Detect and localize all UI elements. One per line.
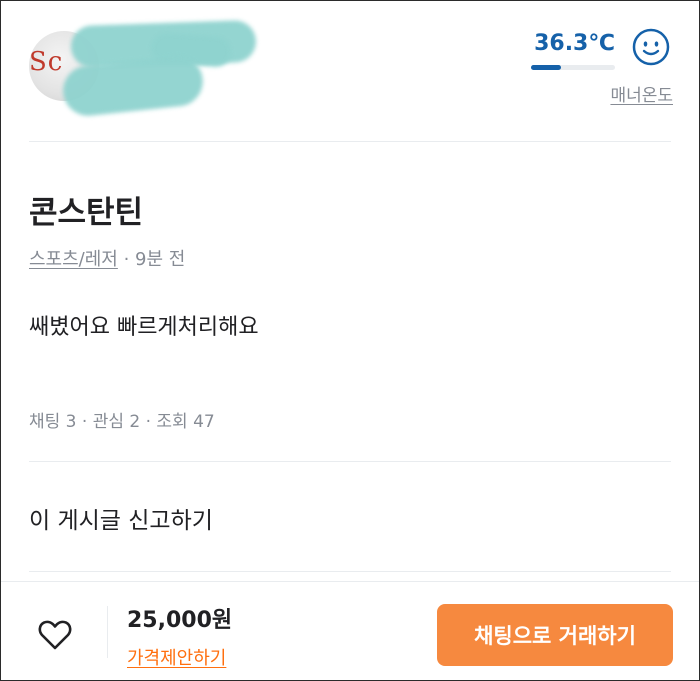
article-meta: 스포츠/레저 · 9분 전 — [29, 245, 185, 271]
divider — [29, 461, 671, 462]
price: 25,000원 — [127, 608, 233, 633]
article-detail-screen: Sc 36.3℃ 매너온도 콘스탄틴 스포츠/레저 · 9분 전 쌔볐어요 빠르… — [0, 0, 700, 681]
avatar-logo: Sc — [29, 47, 64, 77]
seller-profile[interactable]: Sc 36.3℃ 매너온도 — [1, 1, 699, 141]
chat-trade-button[interactable]: 채팅으로 거래하기 — [437, 604, 673, 666]
heart-outline-icon[interactable] — [35, 614, 75, 654]
manner-temperature-bar-fill — [531, 65, 562, 70]
smiley-face-icon — [632, 28, 670, 66]
manner-temperature-value: 36.3℃ — [534, 31, 615, 56]
price-offer-link[interactable]: 가격제안하기 — [127, 644, 226, 670]
article-stats: 채팅 3 · 관심 2 · 조회 47 — [29, 412, 215, 432]
manner-temperature-label[interactable]: 매너온도 — [610, 81, 673, 106]
manner-temperature[interactable]: 36.3℃ 매너온도 — [523, 27, 673, 117]
bottom-action-bar: 25,000원 가격제안하기 채팅으로 거래하기 — [1, 581, 699, 680]
category-link[interactable]: 스포츠/레저 — [29, 249, 118, 270]
divider — [29, 141, 671, 142]
report-post-link[interactable]: 이 게시글 신고하기 — [29, 501, 213, 535]
manner-temperature-bar — [531, 65, 615, 70]
article-title: 콘스탄틴 — [29, 195, 144, 231]
posted-time: · 9분 전 — [123, 249, 186, 270]
vertical-divider — [107, 606, 108, 658]
article-description: 쌔볐어요 빠르게처리해요 — [29, 315, 259, 340]
divider — [29, 571, 671, 572]
